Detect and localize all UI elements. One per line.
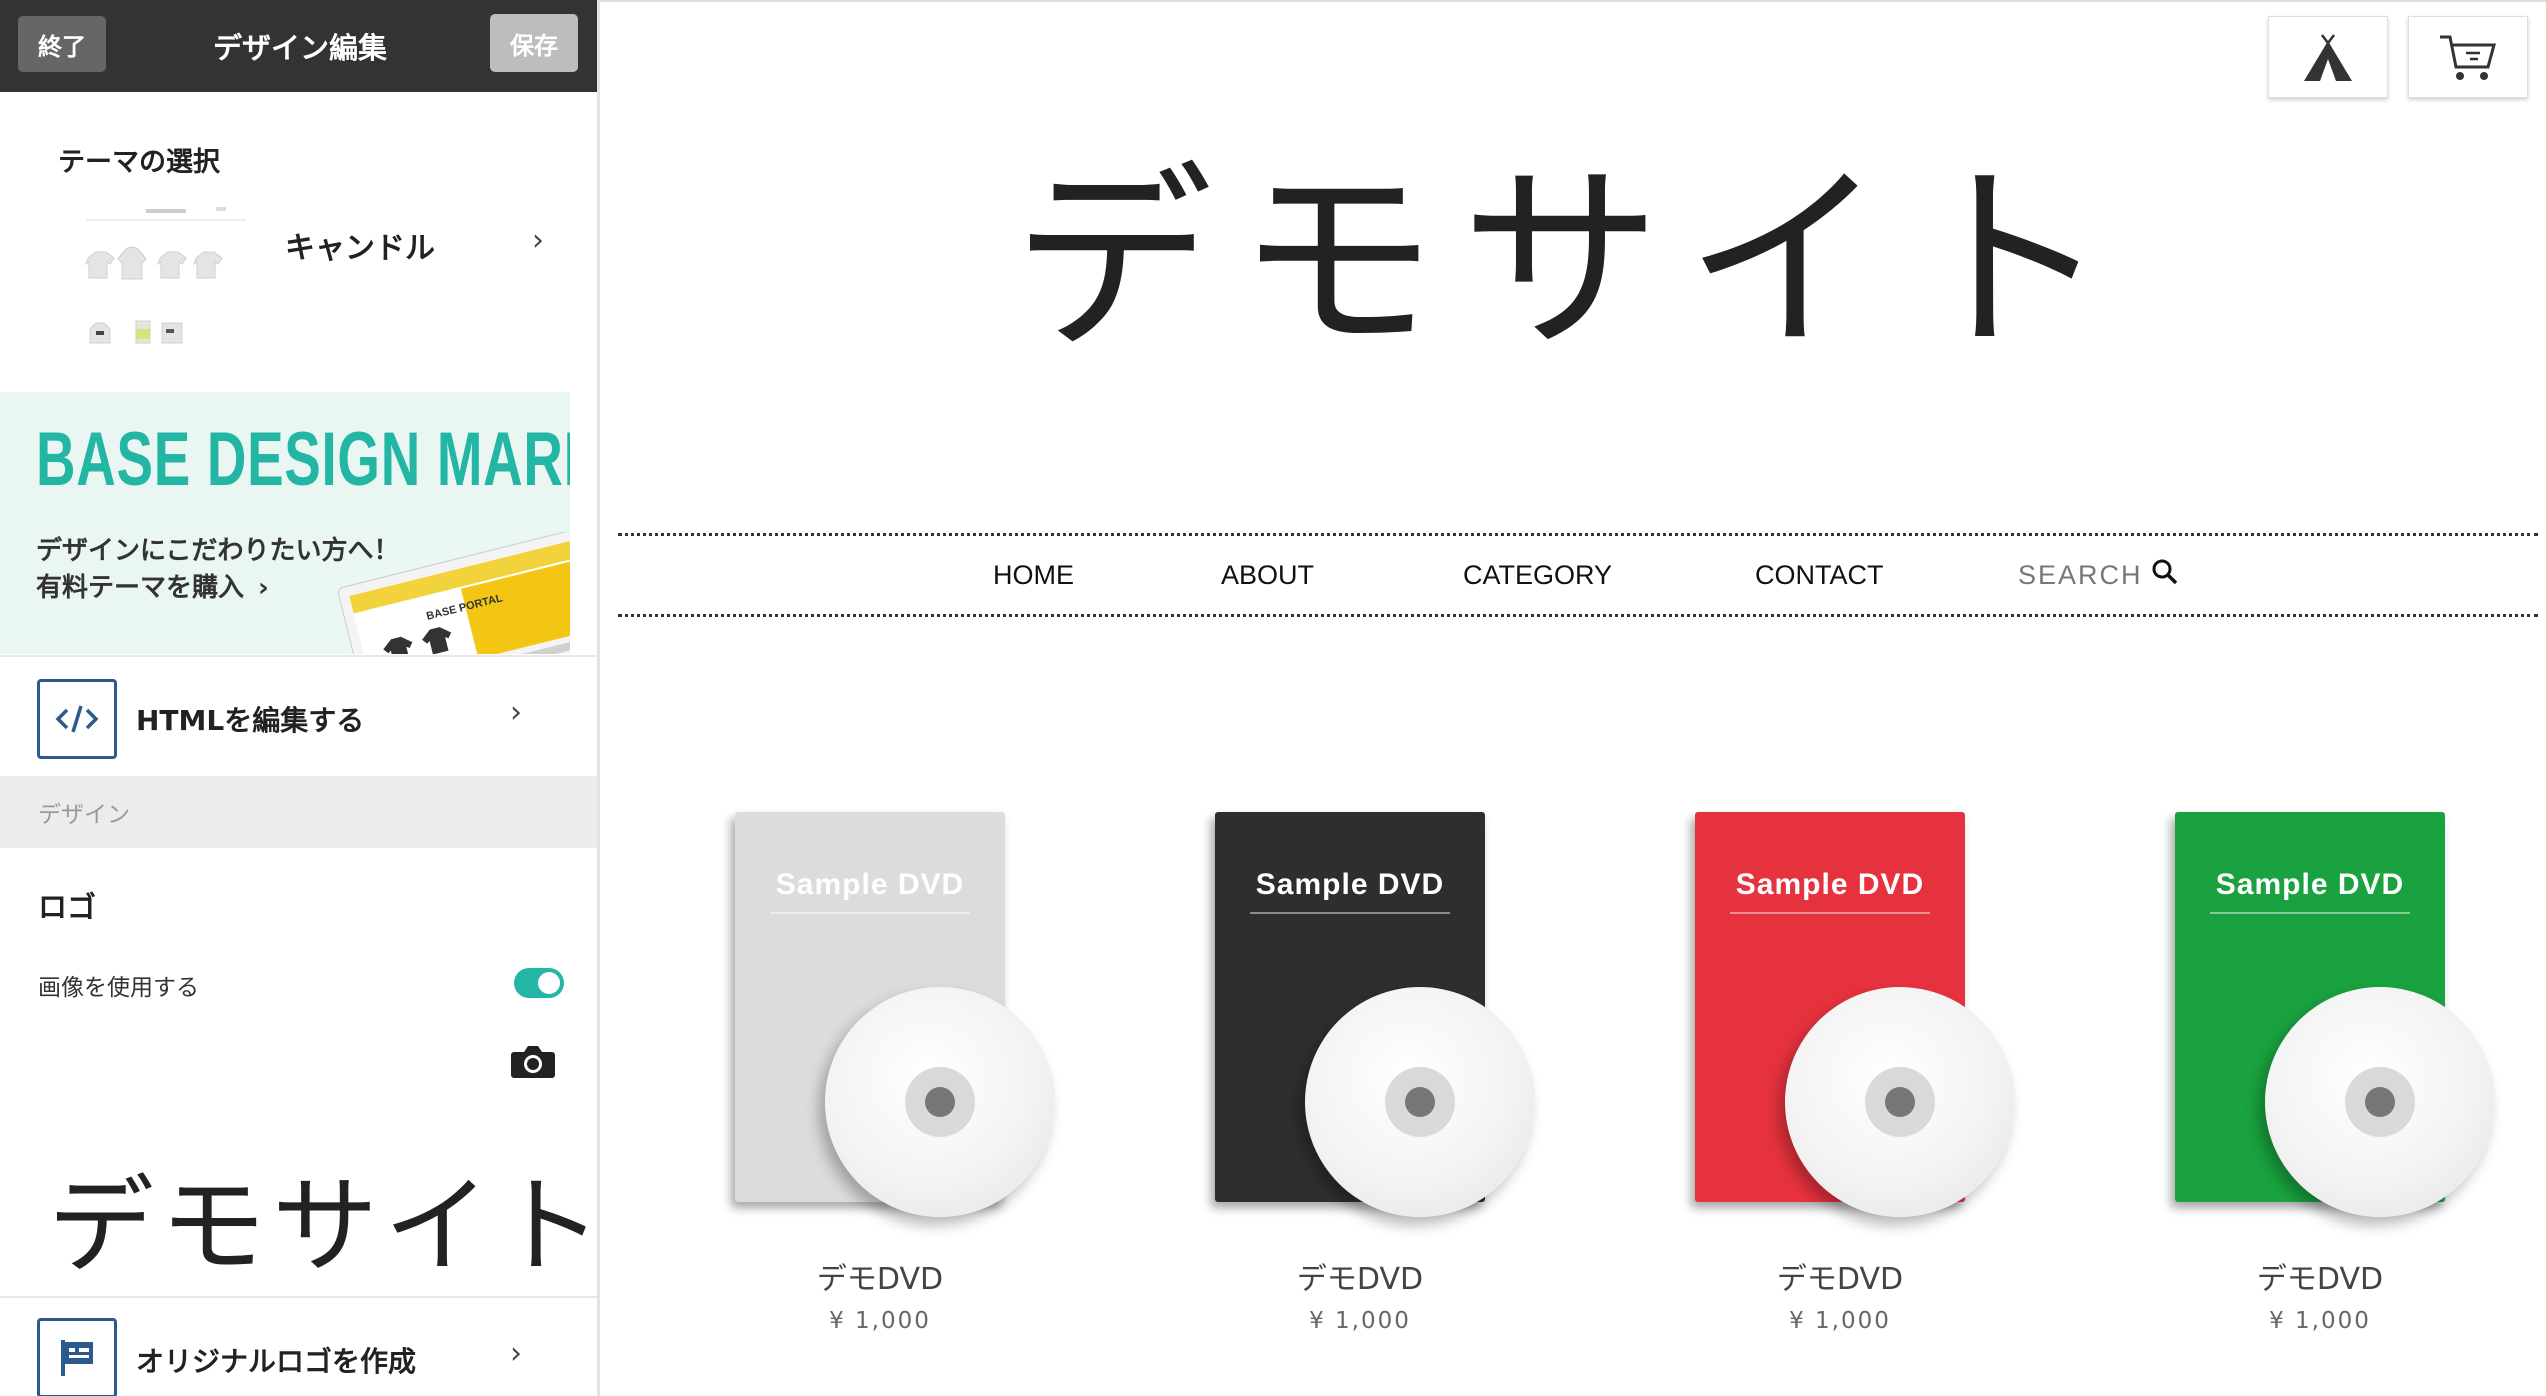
- case-divider: [1250, 912, 1450, 914]
- disc-image: [2265, 987, 2495, 1217]
- design-editor-sidebar: 終了 デザイン編集 保存 テーマの選択 キャンドル › BASE DESIGN …: [0, 0, 600, 1396]
- disc-image: [1785, 987, 2015, 1217]
- nav-category[interactable]: CATEGORY: [1463, 536, 1612, 614]
- edit-html-row[interactable]: HTMLを編集する ›: [0, 655, 597, 775]
- product-name[interactable]: デモDVD: [1640, 1254, 2040, 1298]
- save-button[interactable]: 保存: [490, 14, 578, 72]
- dvd-case-label: Sample DVD: [2215, 868, 2405, 901]
- editor-topbar: 終了 デザイン編集 保存: [0, 0, 597, 92]
- nav-search[interactable]: SEARCH: [2018, 536, 2179, 614]
- product-price: ¥ 1,000: [1309, 1308, 1411, 1334]
- product-name[interactable]: デモDVD: [2120, 1254, 2520, 1298]
- theme-heading: テーマの選択: [58, 147, 220, 178]
- cart-button[interactable]: [2408, 16, 2528, 98]
- product-card[interactable]: Sample DVD デモDVD ¥ 1,000: [1160, 802, 1560, 1362]
- search-label: SEARCH: [2018, 559, 2143, 590]
- product-card[interactable]: Sample DVD デモDVD ¥ 1,000: [680, 802, 1080, 1362]
- dvd-case-label: Sample DVD: [775, 868, 965, 901]
- banner-logo: BASE DESIGN MARKET: [36, 417, 570, 502]
- banner-cta: 有料テーマを購入 ›: [36, 567, 269, 604]
- exit-button[interactable]: 終了: [18, 16, 106, 72]
- site-logo-title: デモサイト: [1012, 145, 2133, 378]
- disc-hole: [2365, 1087, 2395, 1117]
- flag-icon: [37, 1318, 117, 1396]
- edit-html-label: HTMLを編集する: [136, 704, 365, 737]
- disc-hole: [1405, 1087, 1435, 1117]
- toggle-knob: [538, 972, 560, 994]
- chevron-right-icon: ›: [532, 223, 544, 258]
- disc-hole: [925, 1087, 955, 1117]
- disc-image: [825, 987, 1055, 1217]
- theme-thumbnail: [85, 207, 246, 344]
- product-price: ¥ 1,000: [2269, 1308, 2371, 1334]
- chevron-right-icon: ›: [258, 573, 269, 603]
- create-original-logo-label: オリジナルロゴを作成: [136, 1345, 417, 1378]
- dvd-case-label: Sample DVD: [1255, 868, 1445, 901]
- tent-button[interactable]: [2268, 16, 2388, 98]
- cart-icon: [2440, 35, 2496, 80]
- product-price: ¥ 1,000: [1789, 1308, 1891, 1334]
- site-preview: デモサイト HOME ABOUT CATEGORY CONTACT SEARCH…: [600, 0, 2546, 1396]
- case-divider: [1730, 912, 1930, 914]
- section-header-design: デザイン: [0, 776, 597, 848]
- tent-icon: [2304, 34, 2352, 81]
- product-card[interactable]: Sample DVD デモDVD ¥ 1,000: [2120, 802, 2520, 1362]
- chevron-right-icon: ›: [510, 695, 522, 730]
- use-image-toggle[interactable]: [514, 968, 564, 998]
- product-name[interactable]: デモDVD: [680, 1254, 1080, 1298]
- use-image-label: 画像を使用する: [38, 975, 199, 1001]
- disc-image: [1305, 987, 1535, 1217]
- product-card[interactable]: Sample DVD デモDVD ¥ 1,000: [1640, 802, 2040, 1362]
- dvd-case-label: Sample DVD: [1735, 868, 1925, 901]
- camera-icon[interactable]: [510, 1042, 556, 1080]
- create-original-logo-row[interactable]: オリジナルロゴを作成 ›: [0, 1296, 597, 1396]
- logo-preview: デモサイト: [48, 1165, 600, 1288]
- product-name[interactable]: デモDVD: [1160, 1254, 1560, 1298]
- product-price: ¥ 1,000: [829, 1308, 931, 1334]
- logo-heading: ロゴ: [38, 890, 97, 924]
- nav-about[interactable]: ABOUT: [1221, 536, 1314, 614]
- site-nav: HOME ABOUT CATEGORY CONTACT SEARCH: [618, 533, 2538, 617]
- chevron-right-icon: ›: [510, 1336, 522, 1371]
- laptop-illustration: BASE PORTAL: [338, 532, 570, 654]
- theme-selector[interactable]: キャンドル ›: [0, 195, 597, 365]
- banner-cta-label: 有料テーマを購入: [36, 573, 245, 603]
- nav-home[interactable]: HOME: [993, 536, 1074, 614]
- editor-title: デザイン編集: [212, 31, 387, 65]
- theme-name: キャンドル: [285, 231, 435, 266]
- nav-contact[interactable]: CONTACT: [1755, 536, 1884, 614]
- case-divider: [770, 912, 970, 914]
- code-icon: [37, 679, 117, 759]
- disc-hole: [1885, 1087, 1915, 1117]
- design-market-banner[interactable]: BASE DESIGN MARKET デザインにこだわりたい方へ！ 有料テーマを…: [0, 392, 570, 654]
- search-icon: [2152, 559, 2177, 585]
- case-divider: [2210, 912, 2410, 914]
